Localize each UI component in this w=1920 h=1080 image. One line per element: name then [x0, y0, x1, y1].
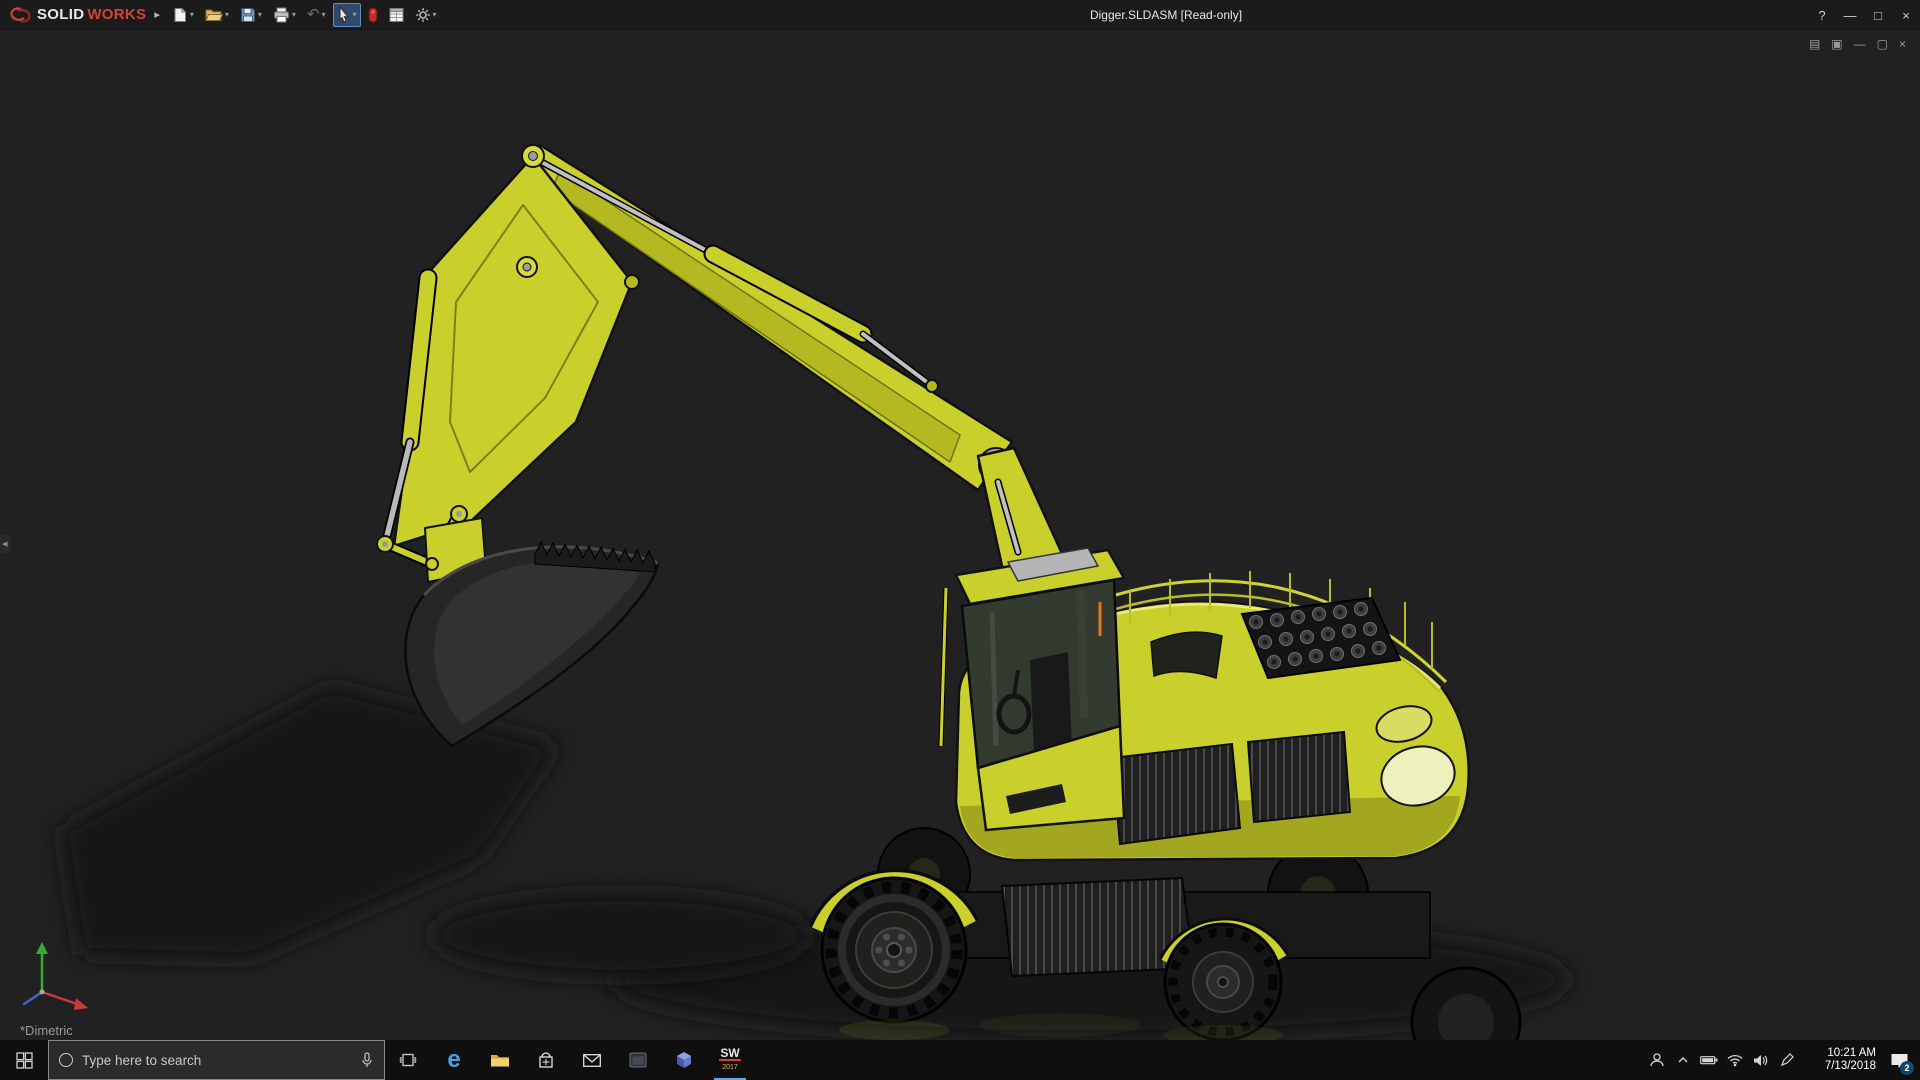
doc-minimize-icon[interactable]: — — [1854, 38, 1866, 50]
mail-button[interactable] — [569, 1040, 615, 1080]
document-window-controls: ▤ ▣ — ▢ × — [1809, 38, 1906, 50]
people-icon — [1649, 1052, 1665, 1068]
speaker-icon — [1753, 1054, 1769, 1067]
save-document-button[interactable]: ▾ — [236, 3, 266, 27]
app-window-icon — [629, 1052, 647, 1068]
graphics-viewport[interactable]: ▤ ▣ — ▢ × ◂ *Dimetric — [0, 30, 1920, 1040]
open-folder-icon — [205, 7, 223, 22]
dropdown-caret-icon[interactable]: ▾ — [190, 10, 194, 19]
solidworks-window: SOLID WORKS ▸ ▾ ▾ — [0, 0, 1920, 1080]
titlebar: SOLID WORKS ▸ ▾ ▾ — [0, 0, 1920, 30]
help-button[interactable]: ? — [1808, 8, 1836, 23]
orientation-triad-icon — [24, 942, 88, 1010]
new-document-icon — [172, 7, 188, 23]
select-tool-button[interactable]: ▾ — [333, 3, 361, 27]
dropdown-caret-icon[interactable]: ▾ — [258, 10, 262, 19]
search-input[interactable] — [82, 1053, 351, 1068]
solidworks-app-button[interactable]: SW 2017 — [707, 1040, 753, 1080]
rebuild-icon — [368, 7, 378, 23]
excavator-model[interactable] — [0, 30, 1920, 1040]
brand-works: WORKS — [87, 6, 146, 23]
select-cursor-icon — [337, 6, 351, 23]
view-orientation-label: *Dimetric — [20, 1023, 73, 1038]
undo-icon: ↶ — [307, 7, 320, 22]
window-controls: ? — □ × — [1808, 0, 1920, 30]
dropdown-caret-icon[interactable]: ▾ — [292, 10, 296, 19]
battery-icon — [1700, 1055, 1718, 1065]
task-view-icon — [399, 1053, 417, 1067]
undo-button[interactable]: ↶ ▾ — [303, 3, 330, 27]
open-document-button[interactable]: ▾ — [201, 3, 233, 27]
notification-badge: 2 — [1900, 1061, 1914, 1075]
doc-restore-icon[interactable]: ▢ — [1877, 38, 1888, 50]
task-view-button[interactable] — [385, 1040, 431, 1080]
dropdown-caret-icon[interactable]: ▾ — [225, 10, 229, 19]
brand-solid: SOLID — [37, 6, 84, 23]
dropdown-caret-icon[interactable]: ▾ — [433, 10, 437, 19]
file-properties-icon — [389, 7, 404, 23]
file-properties-button[interactable] — [385, 3, 408, 27]
clock-time: 10:21 AM — [1804, 1047, 1876, 1061]
cube-app-button[interactable] — [661, 1040, 707, 1080]
chevron-up-icon — [1677, 1056, 1689, 1064]
edge-icon: e — [447, 1048, 460, 1072]
cube-icon — [675, 1051, 693, 1069]
cortana-icon — [59, 1053, 73, 1067]
printer-icon — [273, 7, 290, 23]
sw-year: 2017 — [722, 1062, 738, 1073]
start-button[interactable] — [0, 1040, 48, 1080]
windows-logo-icon — [16, 1052, 33, 1069]
wifi-icon — [1727, 1054, 1743, 1067]
hidden-icons-button[interactable] — [1670, 1040, 1696, 1080]
close-button[interactable]: × — [1892, 8, 1920, 23]
folder-icon — [490, 1052, 510, 1068]
system-tray: 10:21 AM 7/13/2018 2 — [1644, 1040, 1920, 1080]
quick-access-toolbar: ▾ ▾ ▾ — [168, 3, 441, 27]
windows-taskbar: e — [0, 1040, 1920, 1080]
mail-envelope-icon — [583, 1054, 601, 1067]
action-center-button[interactable]: 2 — [1882, 1040, 1916, 1080]
clock-date: 7/13/2018 — [1804, 1060, 1876, 1074]
store-bag-icon — [538, 1052, 554, 1069]
taskbar-clock[interactable]: 10:21 AM 7/13/2018 — [1804, 1047, 1876, 1074]
gear-icon — [415, 7, 431, 23]
maximize-button[interactable]: □ — [1864, 8, 1892, 23]
options-button[interactable]: ▾ — [411, 3, 441, 27]
network-button[interactable] — [1722, 1040, 1748, 1080]
edge-button[interactable]: e — [431, 1040, 477, 1080]
microphone-icon[interactable] — [360, 1052, 374, 1068]
print-document-button[interactable]: ▾ — [269, 3, 300, 27]
rebuild-button[interactable] — [364, 3, 382, 27]
menu-flyout-arrow[interactable]: ▸ — [154, 8, 160, 21]
minimize-button[interactable]: — — [1836, 8, 1864, 23]
taskbar-search[interactable] — [48, 1040, 385, 1080]
file-explorer-button[interactable] — [477, 1040, 523, 1080]
pane-icon[interactable]: ▣ — [1831, 38, 1842, 50]
volume-button[interactable] — [1748, 1040, 1774, 1080]
save-floppy-icon — [240, 7, 256, 23]
pen-icon — [1780, 1053, 1794, 1067]
people-button[interactable] — [1644, 1040, 1670, 1080]
windows-ink-button[interactable] — [1774, 1040, 1800, 1080]
solidworks-logo: SOLID WORKS — [0, 6, 152, 24]
dark-app-button[interactable] — [615, 1040, 661, 1080]
doc-close-icon[interactable]: × — [1899, 38, 1906, 50]
dropdown-caret-icon[interactable]: ▾ — [353, 10, 357, 19]
dropdown-caret-icon[interactable]: ▾ — [322, 10, 326, 19]
solidworks-app-icon: SW 2017 — [719, 1048, 740, 1073]
document-title: Digger.SLDASM [Read-only] — [1090, 8, 1242, 22]
sw-letters: SW — [719, 1048, 740, 1061]
battery-button[interactable] — [1696, 1040, 1722, 1080]
dassault-logo-icon — [8, 6, 34, 24]
new-document-button[interactable]: ▾ — [168, 3, 198, 27]
pane-icon[interactable]: ▤ — [1809, 38, 1820, 50]
excavator-arm[interactable] — [377, 145, 1064, 582]
feature-panel-collapse-arrow[interactable]: ◂ — [0, 535, 10, 553]
store-button[interactable] — [523, 1040, 569, 1080]
